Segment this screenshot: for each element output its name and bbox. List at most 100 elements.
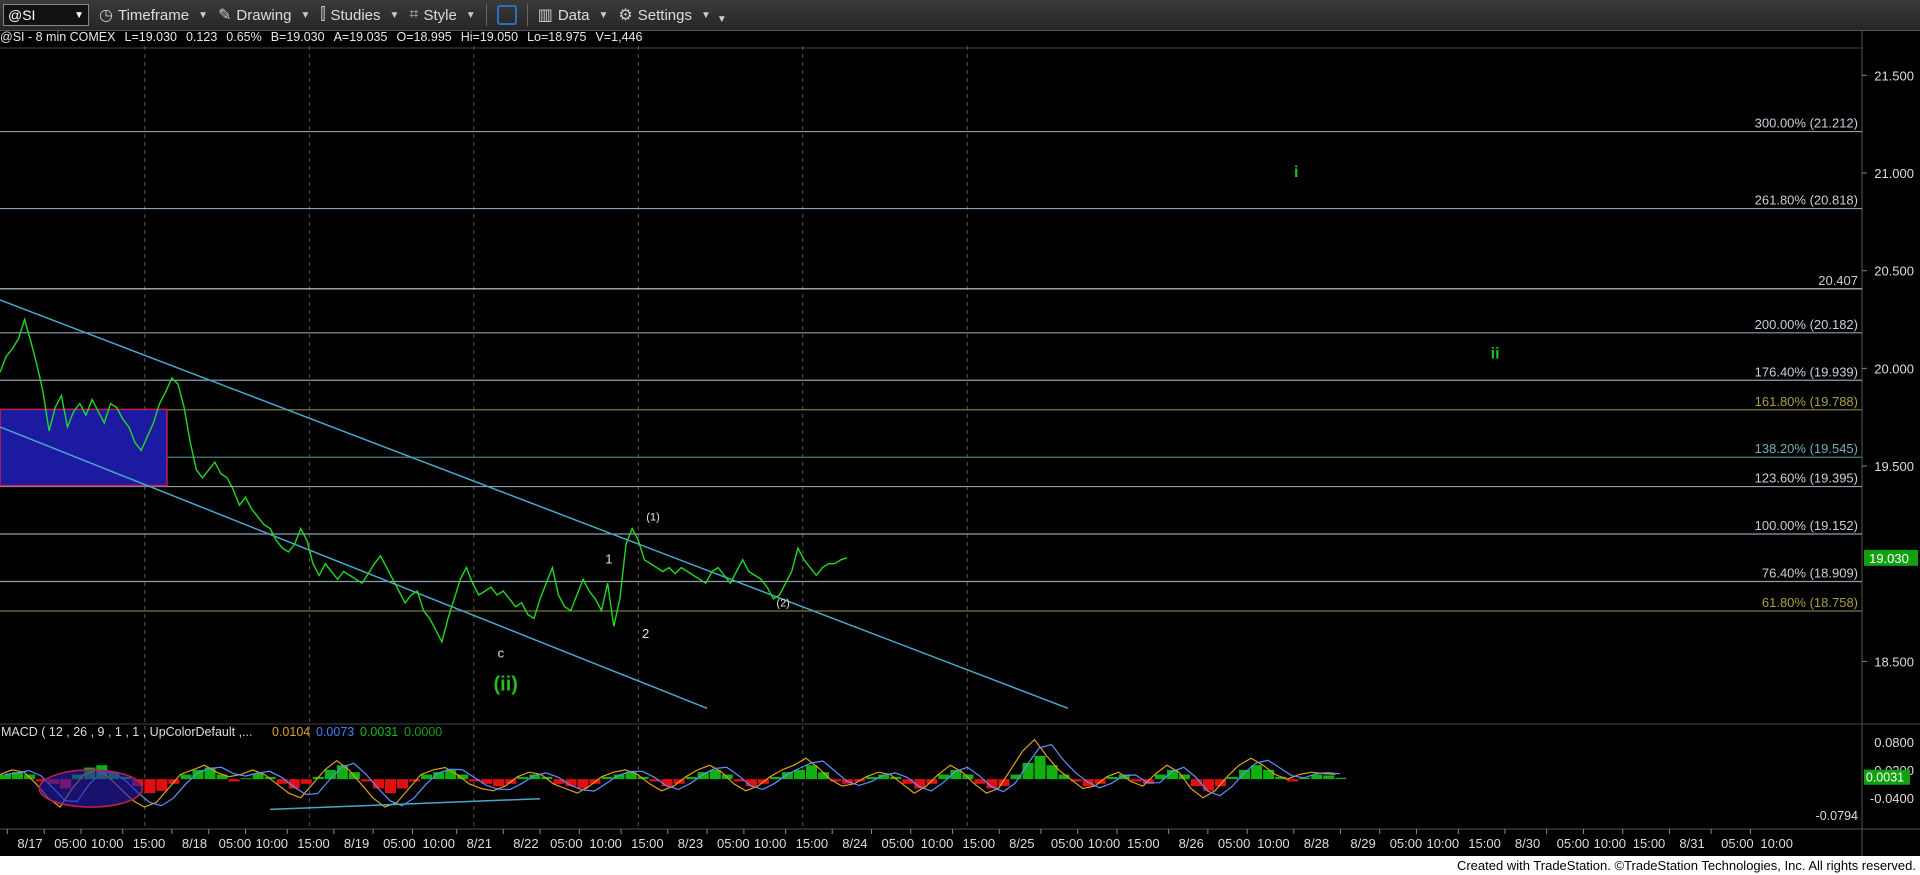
macd-histogram-bar [240,778,252,780]
y-tick-label: 20.500 [1874,264,1914,279]
macd-title: MACD ( 12 , 26 , 9 , 1 , 1 , UpColorDefa… [1,725,253,739]
macd-histogram-bar [1251,765,1263,780]
x-tick-label: 8/17 [17,836,42,851]
macd-histogram-bar [1335,777,1347,780]
x-tick-label: 10:00 [1593,836,1626,851]
macd-histogram-bar [156,779,168,791]
fib-level-label: 76.40% (18.909) [1762,565,1858,580]
macd-y-tick-label: 0.0800 [1874,735,1914,750]
macd-histogram-bar [1239,769,1251,780]
x-tick-label: 10:00 [91,836,124,851]
macd-reading: 0.0000 [404,725,442,739]
x-tick-label: 10:00 [1088,836,1121,851]
macd-highlight-ellipse [38,769,144,808]
x-tick-label: 8/19 [344,836,369,851]
x-tick-label: 15:00 [631,836,664,851]
last-price-label: 19.030 [1869,551,1909,566]
x-tick-label: 10:00 [754,836,787,851]
macd-histogram-bar [1263,769,1275,780]
macd-histogram-bar [769,776,781,780]
macd-histogram-bar [1022,762,1034,780]
x-tick-label: 8/31 [1679,836,1704,851]
fib-level-label: 20.407 [1818,273,1858,288]
macd-histogram-bar [1227,776,1239,780]
x-tick-label: 15:00 [963,836,996,851]
macd-histogram-bar [1034,755,1046,780]
price-chart[interactable]: 300.00% (21.212)261.80% (20.818)20.40720… [0,0,1920,856]
fib-level-label: 161.80% (19.788) [1755,394,1858,409]
x-tick-label: 05:00 [717,836,750,851]
macd-histogram-bar [1130,779,1142,782]
x-tick-label: 15:00 [796,836,829,851]
macd-histogram-bar [1287,779,1299,782]
fib-level-label: 200.00% (20.182) [1755,317,1858,332]
wave-label: (ii) [494,674,518,696]
x-tick-label: 15:00 [297,836,330,851]
x-tick-label: 10:00 [921,836,954,851]
x-tick-label: 8/28 [1304,836,1329,851]
x-tick-label: 8/23 [678,836,703,851]
macd-divergence-line [270,797,541,811]
x-tick-label: 8/30 [1515,836,1540,851]
y-tick-label: 21.000 [1874,166,1914,181]
wave-label: c [498,645,505,660]
macd-histogram-bar [697,772,709,780]
x-tick-label: 10:00 [256,836,289,851]
x-tick-label: 15:00 [1127,836,1160,851]
x-tick-label: 05:00 [383,836,416,851]
wave-label: 1 [605,552,612,567]
macd-histogram-bar [493,779,505,787]
macd-histogram-bar [1106,776,1118,780]
x-tick-label: 05:00 [1390,836,1423,851]
x-tick-label: 15:00 [1633,836,1666,851]
x-tick-label: 05:00 [882,836,915,851]
macd-histogram-bar [180,774,192,780]
wave-label: 2 [642,626,649,641]
x-tick-label: 8/25 [1009,836,1034,851]
x-tick-label: 10:00 [1257,836,1290,851]
y-tick-label: 20.000 [1874,361,1914,376]
x-tick-label: 15:00 [1468,836,1501,851]
macd-y-tick-label: -0.0400 [1870,791,1914,806]
x-tick-label: 8/26 [1179,836,1204,851]
macd-histogram-bar [300,779,312,784]
wave-label: i [1294,164,1298,181]
x-tick-label: 05:00 [1721,836,1754,851]
x-tick-label: 8/29 [1350,836,1375,851]
fib-level-label: 123.60% (19.395) [1755,471,1858,486]
macd-histogram-bar [793,769,805,780]
fib-level-label: 138.20% (19.545) [1755,441,1858,456]
x-tick-label: 05:00 [1557,836,1590,851]
macd-reading: 0.0031 [360,725,398,739]
x-tick-label: 10:00 [422,836,455,851]
macd-histogram-bar [517,776,529,780]
footer-copyright: Created with TradeStation. ©TradeStation… [0,856,1920,875]
fib-level-label: 176.40% (19.939) [1755,364,1858,379]
x-tick-label: 05:00 [1218,836,1251,851]
x-tick-label: 15:00 [133,836,166,851]
trend-channel-line [0,299,1069,709]
macd-histogram-bar [805,765,818,780]
x-tick-label: 8/24 [842,836,867,851]
macd-histogram-bar [384,779,396,794]
fib-level-label: 100.00% (19.152) [1755,518,1858,533]
macd-histogram-bar [409,779,421,782]
macd-histogram-bar [421,774,433,780]
fib-level-label: 300.00% (21.212) [1755,116,1858,131]
fib-level-label: 61.80% (18.758) [1762,595,1858,610]
macd-histogram-bar [0,774,12,780]
x-tick-label: 8/18 [182,836,207,851]
y-tick-label: 19.500 [1874,459,1914,474]
x-tick-label: 05:00 [54,836,87,851]
x-tick-label: 10:00 [1427,836,1460,851]
macd-last-value-label: 0.0031 [1866,771,1904,785]
x-tick-label: 8/22 [513,836,538,851]
macd-reading: 0.0073 [316,725,354,739]
x-tick-label: 8/21 [467,836,492,851]
x-tick-label: 05:00 [550,836,583,851]
trend-channel-line [0,426,708,709]
x-tick-label: 05:00 [1051,836,1084,851]
macd-low-label: -0.0794 [1816,809,1858,823]
macd-histogram-bar [396,779,409,789]
macd-histogram-bar [601,776,613,780]
